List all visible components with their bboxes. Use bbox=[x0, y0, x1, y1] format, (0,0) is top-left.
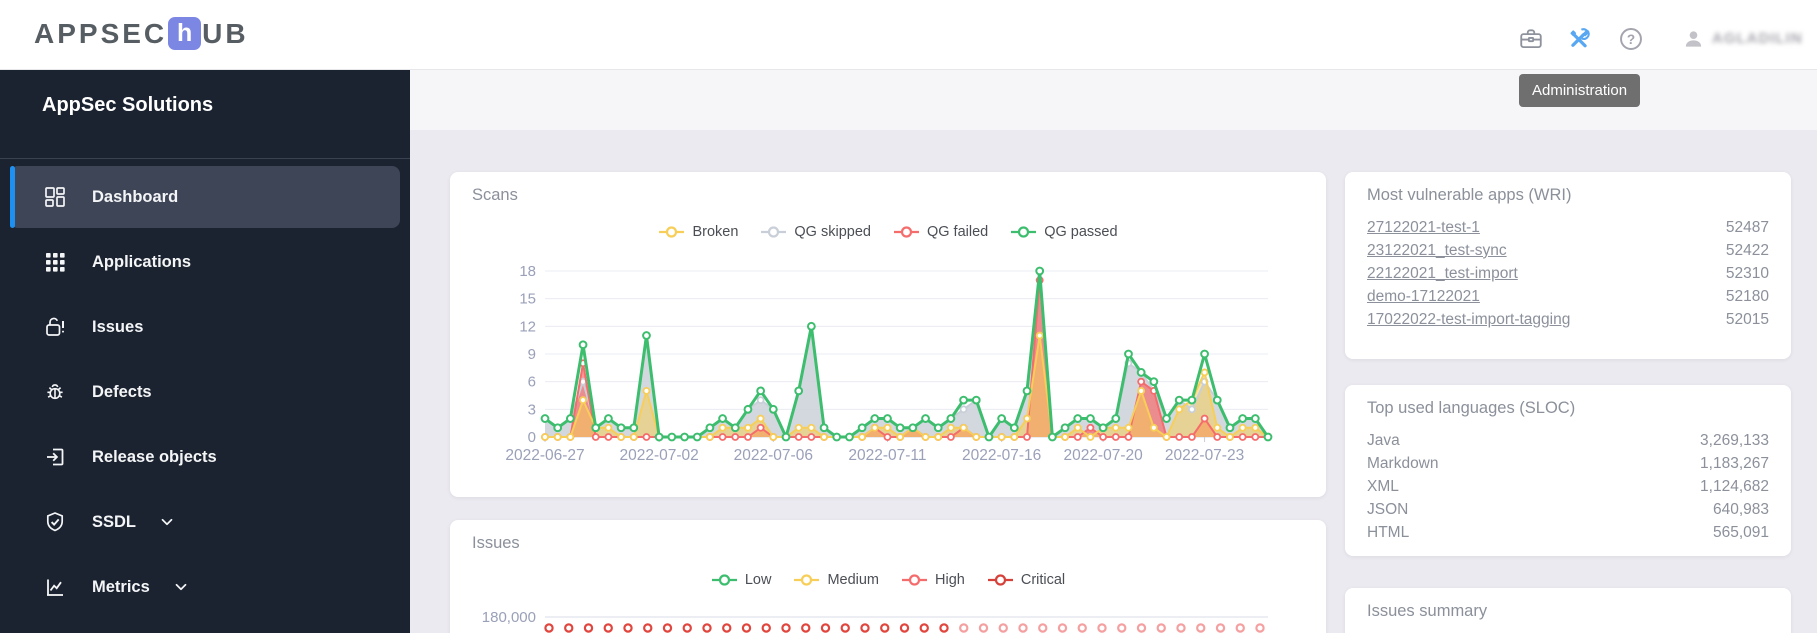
app-link[interactable]: 23122021_test-sync bbox=[1367, 242, 1507, 260]
app-row: 22122021_test-import 52310 bbox=[1367, 262, 1769, 285]
sidebar: AppSec Solutions Dashboard Applications Is… bbox=[0, 70, 410, 633]
language-row: JSON 640,983 bbox=[1367, 499, 1769, 522]
y-axis-tick-label: 9 bbox=[528, 346, 536, 363]
sidebar-item-metrics[interactable]: Metrics bbox=[10, 556, 400, 618]
language-label: XML bbox=[1367, 477, 1399, 495]
issues-y-tick-label: 180,000 bbox=[482, 609, 536, 626]
help-icon[interactable]: ? bbox=[1618, 26, 1644, 52]
line-chart-icon bbox=[47, 579, 63, 596]
logo-part1: APPSEC bbox=[34, 17, 168, 49]
sidebar-title: AppSec Solutions bbox=[42, 94, 214, 116]
row-value: 3,269,133 bbox=[1700, 431, 1769, 449]
chevron-down-icon bbox=[175, 583, 187, 591]
x-axis-tick-label: 2022-07-11 bbox=[848, 447, 926, 464]
briefcase-icon[interactable] bbox=[1518, 26, 1544, 52]
language-label: HTML bbox=[1367, 524, 1410, 542]
app-row: 17022022-test-import-tagging 52015 bbox=[1367, 309, 1769, 332]
language-row: Java 3,269,133 bbox=[1367, 429, 1769, 452]
logo-part2: UB bbox=[202, 17, 249, 49]
bug-icon bbox=[47, 384, 63, 400]
top-languages-card: Top used languages (SLOC) Java 3,269,133 M… bbox=[1345, 385, 1791, 556]
y-axis-tick-label: 15 bbox=[519, 291, 536, 308]
dashboard-icon bbox=[45, 187, 65, 207]
sidebar-item-release-objects[interactable]: Release objects bbox=[10, 426, 400, 488]
language-label: Markdown bbox=[1367, 454, 1439, 472]
lock-exclamation-icon bbox=[46, 317, 64, 336]
applications-icon bbox=[46, 253, 65, 272]
row-value: 565,091 bbox=[1712, 524, 1769, 542]
exit-to-app-icon bbox=[47, 448, 64, 466]
most-vulnerable-rows: 27122021-test-1 52487 23122021_test-sync 52… bbox=[1367, 216, 1769, 332]
issues-card: Issues Low Medium High Critical 180,000 bbox=[450, 520, 1326, 633]
x-axis-tick-label: 2022-07-02 bbox=[620, 447, 699, 464]
y-axis-tick-label: 12 bbox=[519, 318, 536, 335]
app-link[interactable]: 22122021_test-import bbox=[1367, 265, 1518, 283]
top-languages-title: Top used languages (SLOC) bbox=[1367, 399, 1576, 417]
user-icon[interactable] bbox=[1682, 26, 1705, 52]
app-link[interactable]: demo-17122021 bbox=[1367, 288, 1480, 306]
sidebar-item-issues[interactable]: Issues bbox=[10, 296, 400, 358]
sidebar-divider bbox=[0, 158, 410, 159]
app-header: APPSEC h UB ? AGLADILIN bbox=[0, 0, 1817, 70]
user-name[interactable]: AGLADILIN bbox=[1712, 30, 1803, 47]
row-value: 52310 bbox=[1725, 264, 1769, 282]
scans-chart-svg: 0 3 6 9 12 15 18 2022-06-27 2022-07-02 2022-07-06… bbox=[505, 263, 1273, 464]
row-value: 1,183,267 bbox=[1700, 454, 1769, 472]
administration-tooltip: Administration bbox=[1519, 74, 1641, 107]
sidebar-item-dashboard[interactable]: Dashboard bbox=[10, 166, 400, 228]
most-vulnerable-title: Most vulnerable apps (WRI) bbox=[1367, 186, 1572, 204]
app-link[interactable]: 27122021-test-1 bbox=[1367, 219, 1480, 237]
y-axis-tick-label: 0 bbox=[528, 429, 536, 446]
svg-text:?: ? bbox=[1627, 32, 1635, 47]
row-value: 640,983 bbox=[1712, 501, 1769, 519]
x-axis-tick-label: 2022-07-20 bbox=[1063, 447, 1143, 464]
y-axis-tick-label: 18 bbox=[519, 263, 536, 280]
y-axis-tick-label: 6 bbox=[528, 374, 536, 391]
issues-summary-card: Issues summary bbox=[1345, 588, 1791, 633]
issues-summary-title: Issues summary bbox=[1367, 602, 1488, 620]
sidebar-menu: Dashboard Applications Issues Defects Releas… bbox=[0, 166, 410, 621]
sidebar-item-defects[interactable]: Defects bbox=[10, 361, 400, 423]
x-axis-tick-label: 2022-06-27 bbox=[505, 447, 584, 464]
language-row: Markdown 1,183,267 bbox=[1367, 452, 1769, 475]
row-value: 52487 bbox=[1725, 218, 1769, 236]
row-value: 52180 bbox=[1725, 288, 1769, 306]
y-axis-tick-label: 3 bbox=[528, 401, 536, 418]
language-row: XML 1,124,682 bbox=[1367, 475, 1769, 498]
x-axis-tick-label: 2022-07-16 bbox=[962, 447, 1041, 464]
issues-marker-row bbox=[544, 623, 1265, 633]
sidebar-item-label: SSDL bbox=[92, 512, 137, 531]
chevron-down-icon bbox=[161, 518, 173, 526]
x-axis-tick-label: 2022-07-06 bbox=[734, 447, 813, 464]
sidebar-item-label: Defects bbox=[92, 382, 152, 401]
sidebar-item-label: Dashboard bbox=[92, 187, 179, 206]
tools-icon[interactable] bbox=[1566, 26, 1592, 52]
sidebar-item-ssdl[interactable]: SSDL bbox=[10, 491, 400, 553]
app-link[interactable]: 17022022-test-import-tagging bbox=[1367, 311, 1570, 329]
x-axis-tick-label: 2022-07-23 bbox=[1165, 447, 1244, 464]
app-row: demo-17122021 52180 bbox=[1367, 286, 1769, 309]
sidebar-item-label: Release objects bbox=[92, 447, 217, 466]
language-row: HTML 565,091 bbox=[1367, 522, 1769, 545]
row-value: 1,124,682 bbox=[1700, 477, 1769, 495]
appsechub-logo: APPSEC h UB bbox=[34, 17, 249, 50]
scans-card: Scans Broken QG skipped QG failed QG passed… bbox=[450, 172, 1326, 497]
issues-chart-svg: 180,000 bbox=[482, 609, 1268, 633]
sidebar-item-applications[interactable]: Applications bbox=[10, 231, 400, 293]
language-label: Java bbox=[1367, 431, 1400, 449]
app-row: 27122021-test-1 52487 bbox=[1367, 216, 1769, 239]
row-value: 52015 bbox=[1725, 311, 1769, 329]
shield-check-icon bbox=[46, 512, 64, 532]
app-row: 23122021_test-sync 52422 bbox=[1367, 239, 1769, 262]
sidebar-item-label: Issues bbox=[92, 317, 144, 336]
active-indicator-bar bbox=[10, 166, 15, 228]
top-languages-rows: Java 3,269,133 Markdown 1,183,267 XML 1,124,6… bbox=[1367, 429, 1769, 545]
language-label: JSON bbox=[1367, 501, 1409, 519]
row-value: 52422 bbox=[1725, 241, 1769, 259]
sidebar-item-label: Metrics bbox=[92, 577, 150, 596]
most-vulnerable-card: Most vulnerable apps (WRI) 27122021-test… bbox=[1345, 172, 1791, 359]
sidebar-item-label: Applications bbox=[92, 252, 192, 271]
logo-h-tile: h bbox=[168, 17, 202, 50]
